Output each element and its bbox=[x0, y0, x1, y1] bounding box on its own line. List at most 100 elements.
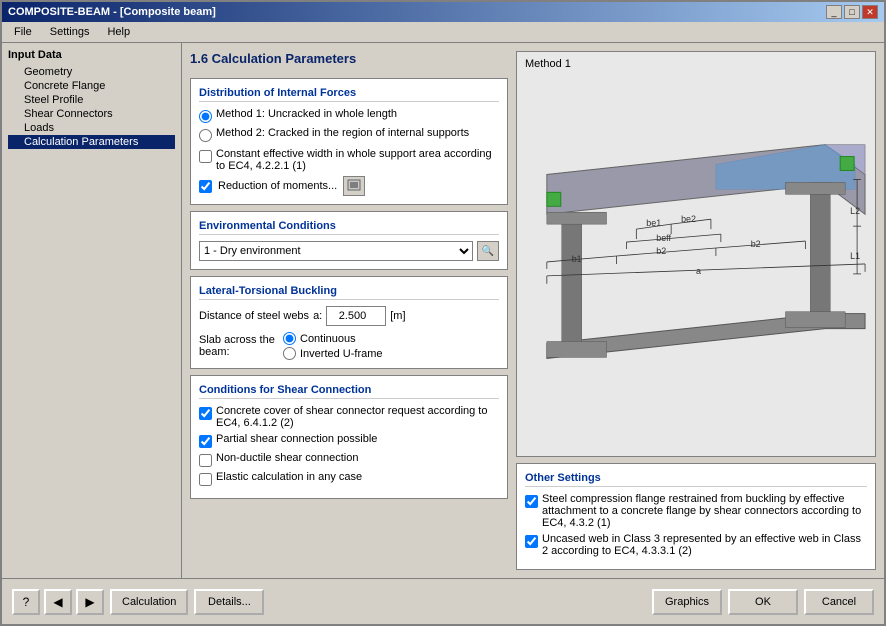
sidebar-item-shear-connectors[interactable]: Shear Connectors bbox=[8, 107, 175, 121]
reduction-icon-button[interactable] bbox=[343, 176, 365, 196]
sidebar-item-calc-params[interactable]: Calculation Parameters bbox=[8, 135, 175, 149]
menu-settings[interactable]: Settings bbox=[42, 24, 98, 40]
svg-text:b2: b2 bbox=[656, 246, 666, 256]
slab-continuous-label: Continuous bbox=[300, 333, 356, 345]
sidebar-item-geometry[interactable]: Geometry bbox=[8, 65, 175, 79]
help-icon-button[interactable]: ? bbox=[12, 589, 40, 615]
slab-label: Slab across the beam: bbox=[199, 334, 279, 358]
svg-text:b1: b1 bbox=[572, 254, 582, 264]
shear-checkbox-3[interactable] bbox=[199, 454, 212, 467]
shear-connection-section: Conditions for Shear Connection Concrete… bbox=[190, 375, 508, 499]
sidebar-title: Input Data bbox=[8, 49, 175, 61]
back-icon-button[interactable]: ◀ bbox=[44, 589, 72, 615]
reduction-label: Reduction of moments... bbox=[218, 180, 337, 192]
reduction-checkbox[interactable] bbox=[199, 180, 212, 193]
a-label: a: bbox=[313, 310, 322, 322]
shear-option-3: Non-ductile shear connection bbox=[199, 452, 499, 467]
slab-uframe-label: Inverted U-frame bbox=[300, 348, 383, 360]
svg-text:beff: beff bbox=[656, 233, 671, 243]
slab-row: Slab across the beam: Continuous Inverte… bbox=[199, 332, 499, 360]
details-button[interactable]: Details... bbox=[194, 589, 264, 615]
sidebar-item-concrete-flange[interactable]: Concrete Flange bbox=[8, 79, 175, 93]
environment-select[interactable]: 1 - Dry environment 2 - Humid environmen… bbox=[199, 241, 473, 261]
slab-uframe-option: Inverted U-frame bbox=[283, 347, 383, 360]
svg-text:b2: b2 bbox=[751, 239, 761, 249]
maximize-button[interactable]: □ bbox=[844, 5, 860, 19]
steel-web-label: Distance of steel webs bbox=[199, 310, 309, 322]
shear-label-4: Elastic calculation in any case bbox=[216, 471, 362, 483]
other-label-1: Steel compression flange restrained from… bbox=[542, 493, 867, 529]
shear-label-1: Concrete cover of shear connector reques… bbox=[216, 405, 499, 429]
sidebar: Input Data Geometry Concrete Flange Stee… bbox=[2, 43, 182, 578]
diagram-box: Method 1 bbox=[516, 51, 876, 457]
shear-checkbox-4[interactable] bbox=[199, 473, 212, 486]
slab-continuous-radio[interactable] bbox=[283, 332, 296, 345]
sidebar-item-steel-profile[interactable]: Steel Profile bbox=[8, 93, 175, 107]
reduction-row: Reduction of moments... bbox=[199, 176, 499, 196]
footer-right-buttons: Graphics OK Cancel bbox=[652, 589, 874, 615]
ok-button[interactable]: OK bbox=[728, 589, 798, 615]
other-checkbox-2[interactable] bbox=[525, 535, 538, 548]
graphics-button[interactable]: Graphics bbox=[652, 589, 722, 615]
menu-help[interactable]: Help bbox=[99, 24, 138, 40]
shear-option-1: Concrete cover of shear connector reques… bbox=[199, 405, 499, 429]
constant-width-checkbox[interactable] bbox=[199, 150, 212, 163]
steel-web-row: Distance of steel webs a: [m] bbox=[199, 306, 499, 326]
environmental-section: Environmental Conditions 1 - Dry environ… bbox=[190, 211, 508, 270]
footer-left-buttons: ? ◀ ▶ bbox=[12, 589, 104, 615]
method1-radio[interactable] bbox=[199, 110, 212, 123]
method2-option: Method 2: Cracked in the region of inter… bbox=[199, 127, 499, 142]
forward-icon-button[interactable]: ▶ bbox=[76, 589, 104, 615]
shear-checkbox-2[interactable] bbox=[199, 435, 212, 448]
svg-text:L1: L1 bbox=[850, 251, 860, 261]
window-title: COMPOSITE-BEAM - [Composite beam] bbox=[8, 6, 216, 18]
slab-continuous-option: Continuous bbox=[283, 332, 383, 345]
shear-connection-title: Conditions for Shear Connection bbox=[199, 384, 499, 399]
title-bar: COMPOSITE-BEAM - [Composite beam] _ □ ✕ bbox=[2, 2, 884, 22]
footer: ? ◀ ▶ Calculation Details... Graphics OK… bbox=[2, 578, 884, 624]
method2-label: Method 2: Cracked in the region of inter… bbox=[216, 127, 469, 139]
other-setting-2: Uncased web in Class 3 represented by an… bbox=[525, 533, 867, 557]
environment-search-button[interactable]: 🔍 bbox=[477, 241, 499, 261]
menu-file[interactable]: File bbox=[6, 24, 40, 40]
beam-diagram: be1 be2 beff bbox=[517, 52, 875, 456]
shear-checkbox-1[interactable] bbox=[199, 407, 212, 420]
shear-label-2: Partial shear connection possible bbox=[216, 433, 377, 445]
content-area: Input Data Geometry Concrete Flange Stee… bbox=[2, 43, 884, 578]
shear-label-3: Non-ductile shear connection bbox=[216, 452, 358, 464]
constant-width-label: Constant effective width in whole suppor… bbox=[216, 148, 499, 172]
svg-text:L2: L2 bbox=[850, 206, 860, 216]
svg-text:be2: be2 bbox=[681, 214, 696, 224]
right-column: Method 1 bbox=[516, 51, 876, 570]
method2-radio[interactable] bbox=[199, 129, 212, 142]
slab-uframe-radio[interactable] bbox=[283, 347, 296, 360]
distance-input[interactable] bbox=[326, 306, 386, 326]
calculation-button[interactable]: Calculation bbox=[110, 589, 188, 615]
close-button[interactable]: ✕ bbox=[862, 5, 878, 19]
main-window: COMPOSITE-BEAM - [Composite beam] _ □ ✕ … bbox=[0, 0, 886, 626]
ltb-section: Lateral-Torsional Buckling Distance of s… bbox=[190, 276, 508, 369]
sidebar-item-loads[interactable]: Loads bbox=[8, 121, 175, 135]
svg-text:be1: be1 bbox=[646, 218, 661, 228]
other-checkbox-1[interactable] bbox=[525, 495, 538, 508]
env-select-row: 1 - Dry environment 2 - Humid environmen… bbox=[199, 241, 499, 261]
other-label-2: Uncased web in Class 3 represented by an… bbox=[542, 533, 867, 557]
cancel-button[interactable]: Cancel bbox=[804, 589, 874, 615]
panel-title: 1.6 Calculation Parameters bbox=[190, 51, 508, 66]
shear-option-2: Partial shear connection possible bbox=[199, 433, 499, 448]
distribution-radio-group: Method 1: Uncracked in whole length Meth… bbox=[199, 108, 499, 142]
distribution-title: Distribution of Internal Forces bbox=[199, 87, 499, 102]
left-column: 1.6 Calculation Parameters Distribution … bbox=[190, 51, 508, 570]
minimize-button[interactable]: _ bbox=[826, 5, 842, 19]
menu-bar: File Settings Help bbox=[2, 22, 884, 43]
other-settings-title: Other Settings bbox=[525, 472, 867, 487]
constant-width-item: Constant effective width in whole suppor… bbox=[199, 148, 499, 172]
slab-options: Continuous Inverted U-frame bbox=[283, 332, 383, 360]
other-setting-1: Steel compression flange restrained from… bbox=[525, 493, 867, 529]
other-settings-section: Other Settings Steel compression flange … bbox=[516, 463, 876, 570]
main-panel: 1.6 Calculation Parameters Distribution … bbox=[182, 43, 884, 578]
shear-option-4: Elastic calculation in any case bbox=[199, 471, 499, 486]
method1-label: Method 1: Uncracked in whole length bbox=[216, 108, 397, 120]
svg-text:a: a bbox=[696, 266, 701, 276]
ltb-title: Lateral-Torsional Buckling bbox=[199, 285, 499, 300]
